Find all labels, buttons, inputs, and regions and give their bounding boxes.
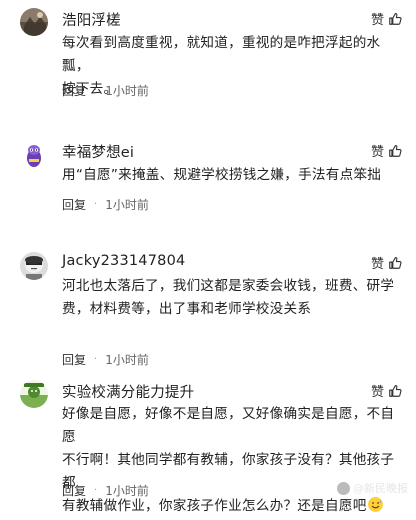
username[interactable]: 实验校满分能力提升 [62,381,194,402]
comment-item: 幸福梦想ei 赞 用“自愿”来掩盖、规避学校捞钱之嫌，手法有点笨拙 回复 · 1… [0,124,416,220]
avatar[interactable] [20,252,48,280]
like-label: 赞 [370,145,384,160]
reply-button[interactable]: 回复 [62,351,86,368]
comment-meta: 回复 · 1小时前 [62,196,149,213]
like-button[interactable]: 赞 [371,141,402,160]
avatar[interactable] [20,8,48,36]
timestamp: 1小时前 [105,198,149,212]
comment-text: 河北也太落后了，我们这都是家委会收钱，班费、研学 费，材料费等，出了事和老师学校… [62,278,395,317]
reply-button[interactable]: 回复 [62,482,86,499]
like-label: 赞 [370,385,384,400]
like-button[interactable]: 赞 [371,381,402,400]
comment-meta: 回复 · 1小时前 [62,482,149,499]
comment-meta: 回复 · 1小时前 [62,82,149,99]
thumbs-up-icon [389,384,402,397]
timestamp: 1小时前 [105,353,149,367]
reply-button[interactable]: 回复 [62,82,86,99]
thumbs-up-icon [389,256,402,269]
watermark-text: @新民晚报 [353,482,408,495]
separator-dot: · [94,485,98,496]
watermark: @新民晚报 [337,480,408,496]
comment-item: Jacky233147804 赞 河北也太落后了，我们这都是家委会收钱，班费、研… [0,240,416,374]
thumbs-up-icon [389,12,402,25]
watermark-logo-icon [337,481,350,495]
username[interactable]: 浩阳浮槎 [62,9,121,30]
timestamp: 1小时前 [105,484,149,498]
reply-button[interactable]: 回复 [62,196,86,213]
separator-dot: · [94,85,98,96]
username[interactable]: Jacky233147804 [62,253,185,269]
avatar[interactable] [20,380,48,408]
separator-dot: · [94,199,98,210]
timestamp: 1小时前 [105,84,149,98]
like-label: 赞 [370,257,384,272]
thumbs-up-icon [389,144,402,157]
username[interactable]: 幸福梦想ei [62,141,134,162]
avatar[interactable] [20,140,48,168]
like-label: 赞 [370,13,384,28]
separator-dot: · [94,354,98,365]
comment-item: 浩阳浮槎 赞 每次看到高度重视，就知道，重视的是咋把浮起的水瓢， 按下去。 回复… [0,0,416,112]
comment-text: 好像是自愿，好像不是自愿，又好像确实是自愿，不自愿 不行啊！其他同学都有教辅，你… [62,403,402,518]
comment-meta: 回复 · 1小时前 [62,351,149,368]
like-button[interactable]: 赞 [371,9,402,28]
comment-text: 用“自愿”来掩盖、规避学校捞钱之嫌，手法有点笨拙 [62,167,382,183]
like-button[interactable]: 赞 [371,253,402,272]
sweat-smile-emoji-icon [367,497,383,512]
